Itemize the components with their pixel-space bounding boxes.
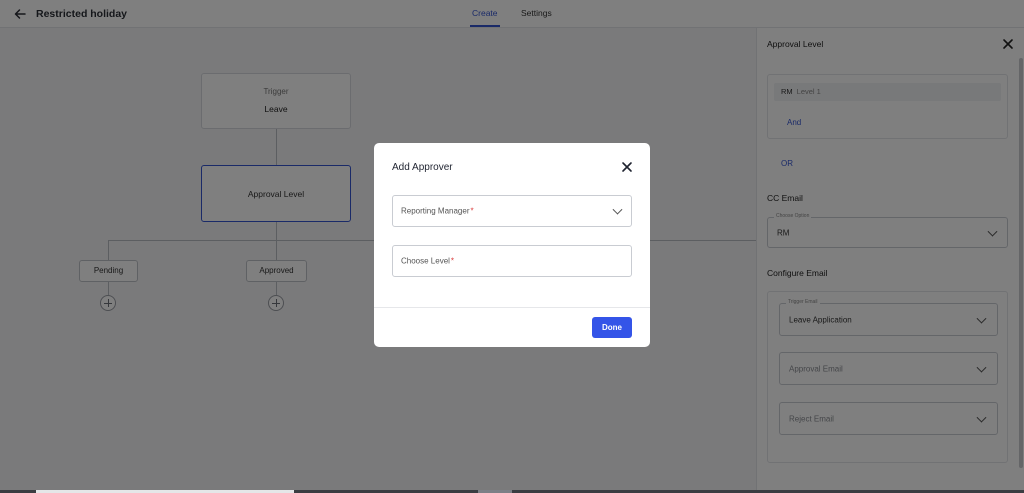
- choose-level-label: Choose Level*: [401, 257, 454, 266]
- close-icon[interactable]: [620, 160, 634, 174]
- choose-level-text: Choose Level: [401, 256, 450, 266]
- required-mark: *: [470, 206, 474, 216]
- required-mark: *: [450, 256, 455, 266]
- chevron-down-icon: [612, 204, 623, 215]
- add-approver-modal: Add Approver Reporting Manager* Choose L…: [374, 143, 650, 347]
- reporting-manager-text: Reporting Manager: [401, 206, 470, 216]
- modal-title: Add Approver: [392, 162, 453, 173]
- reporting-manager-label: Reporting Manager*: [401, 207, 474, 216]
- reporting-manager-select[interactable]: Reporting Manager*: [392, 195, 632, 227]
- done-button[interactable]: Done: [592, 317, 632, 338]
- modal-divider: [374, 307, 650, 308]
- choose-level-input[interactable]: Choose Level*: [392, 245, 632, 277]
